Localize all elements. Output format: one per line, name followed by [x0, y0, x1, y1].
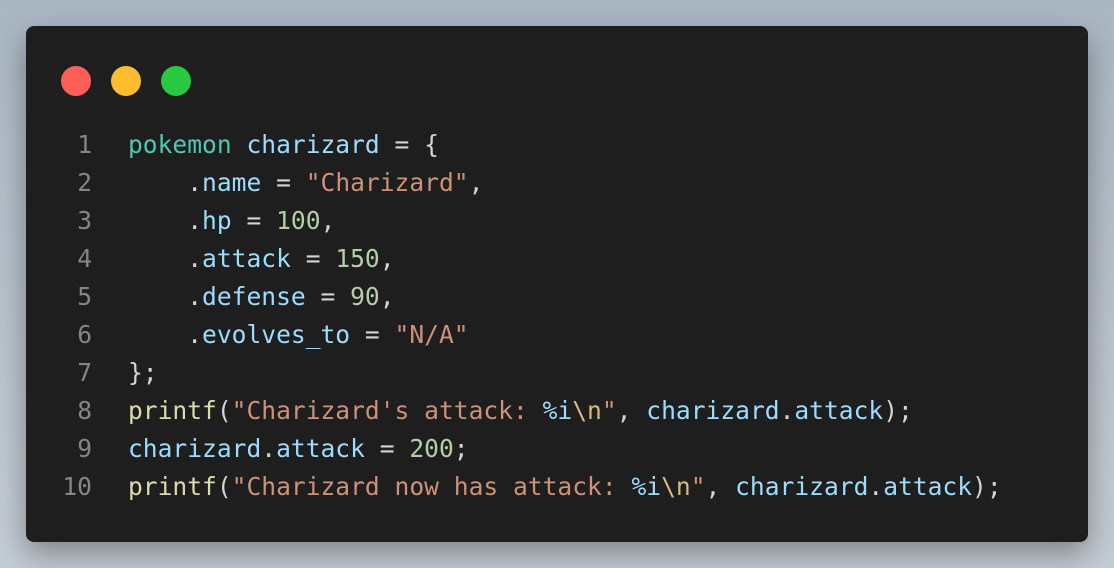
- code-line: 6 .evolves_to = "N/A": [26, 316, 1088, 354]
- code-token: %i: [631, 472, 662, 501]
- code-token: .: [128, 168, 203, 197]
- code-token: charizard: [128, 434, 262, 463]
- code-token: =: [364, 434, 410, 463]
- code-token: attack: [202, 244, 291, 273]
- line-number: 2: [77, 168, 92, 197]
- code-token: 100: [276, 206, 321, 235]
- code-token: %i: [542, 396, 573, 425]
- line-number: 1: [77, 130, 92, 159]
- code-token: .: [128, 206, 203, 235]
- code-token: name: [202, 168, 262, 197]
- code-token: );: [972, 472, 1002, 501]
- code-token: defense: [202, 282, 306, 311]
- code-token: ,: [320, 206, 336, 235]
- code-token: ": [601, 396, 617, 425]
- code-token: charizard: [246, 130, 380, 159]
- code-token: charizard: [646, 396, 780, 425]
- code-window: 1 pokemon charizard = {2 .name = "Chariza…: [26, 26, 1088, 542]
- code-token: ,: [379, 282, 395, 311]
- code-token: =: [290, 244, 336, 273]
- code-line: 5 .defense = 90,: [26, 278, 1088, 316]
- code-text: printf("Charizard's attack: %i\n", chari…: [128, 392, 913, 430]
- code-text: .defense = 90,: [128, 278, 395, 316]
- line-number: 9: [77, 434, 92, 463]
- line-number: 10: [62, 472, 92, 501]
- code-block: 1 pokemon charizard = {2 .name = "Chariza…: [26, 126, 1088, 506]
- code-token: printf: [128, 396, 217, 425]
- code-text: pokemon charizard = {: [128, 126, 439, 164]
- code-text: printf("Charizard now has attack: %i\n",…: [128, 468, 1002, 506]
- code-token: 90: [350, 282, 380, 311]
- code-token: ,: [616, 396, 647, 425]
- line-number: 8: [77, 396, 92, 425]
- code-token: };: [128, 358, 158, 387]
- code-line: 10 printf("Charizard now has attack: %i\n…: [26, 468, 1088, 506]
- line-number: 3: [77, 206, 92, 235]
- code-token: =: [350, 320, 395, 349]
- window-controls: [61, 66, 191, 96]
- code-text: .attack = 150,: [128, 240, 395, 278]
- code-text: };: [128, 354, 158, 392]
- code-token: ,: [705, 472, 736, 501]
- code-token: printf: [128, 472, 217, 501]
- code-token: "Charizard now has attack:: [231, 472, 632, 501]
- close-icon[interactable]: [61, 66, 91, 96]
- code-token: "N/A": [394, 320, 469, 349]
- code-token: .: [779, 396, 795, 425]
- code-line: 8 printf("Charizard's attack: %i\n", char…: [26, 392, 1088, 430]
- code-token: hp: [202, 206, 232, 235]
- code-token: "Charizard": [305, 168, 469, 197]
- code-token: "Charizard's attack:: [231, 396, 543, 425]
- code-text: .hp = 100,: [128, 202, 335, 240]
- maximize-icon[interactable]: [161, 66, 191, 96]
- code-token: ": [690, 472, 706, 501]
- code-token: attack: [883, 472, 973, 501]
- code-token: attack: [276, 434, 365, 463]
- code-token: 150: [335, 244, 380, 273]
- code-token: =: [305, 282, 351, 311]
- code-token: evolves_to: [202, 320, 351, 349]
- code-token: \n: [572, 396, 602, 425]
- code-token: attack: [794, 396, 884, 425]
- code-token: 200: [409, 434, 454, 463]
- code-line: 2 .name = "Charizard",: [26, 164, 1088, 202]
- code-token: .: [128, 320, 203, 349]
- line-number: 4: [77, 244, 92, 273]
- code-line: 1 pokemon charizard = {: [26, 126, 1088, 164]
- code-token: .: [128, 244, 203, 273]
- code-text: .name = "Charizard",: [128, 164, 483, 202]
- code-token: =: [261, 168, 306, 197]
- code-token: ,: [468, 168, 484, 197]
- code-token: ;: [453, 434, 469, 463]
- line-number: 5: [77, 282, 92, 311]
- line-number: 6: [77, 320, 92, 349]
- code-token: .: [868, 472, 884, 501]
- code-line: 9 charizard.attack = 200;: [26, 430, 1088, 468]
- code-token: );: [883, 396, 913, 425]
- code-token: ,: [379, 244, 395, 273]
- line-number: 7: [77, 358, 92, 387]
- code-token: pokemon: [128, 130, 232, 159]
- code-text: .evolves_to = "N/A": [128, 316, 469, 354]
- code-text: charizard.attack = 200;: [128, 430, 469, 468]
- code-token: charizard: [735, 472, 869, 501]
- code-token: =: [231, 206, 277, 235]
- minimize-icon[interactable]: [111, 66, 141, 96]
- code-token: = {: [379, 130, 439, 159]
- code-line: 7};: [26, 354, 1088, 392]
- code-token: .: [261, 434, 277, 463]
- code-token: \n: [661, 472, 691, 501]
- code-line: 3 .hp = 100,: [26, 202, 1088, 240]
- code-token: (: [216, 396, 232, 425]
- code-token: .: [128, 282, 203, 311]
- code-token: (: [216, 472, 232, 501]
- code-line: 4 .attack = 150,: [26, 240, 1088, 278]
